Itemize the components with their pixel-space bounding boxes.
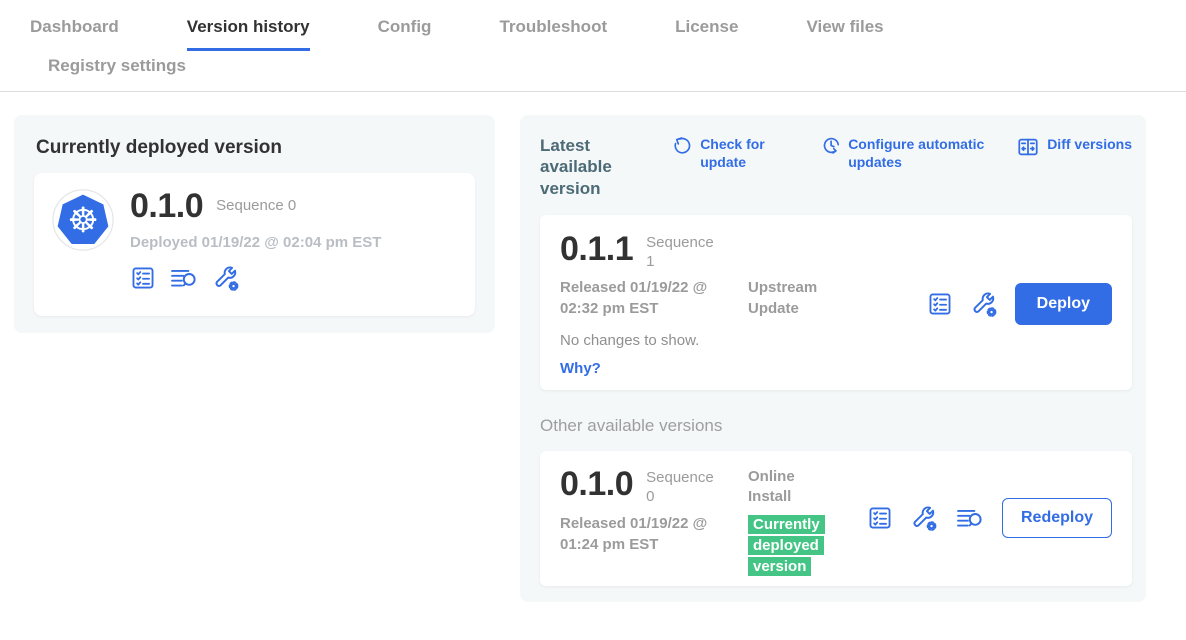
- other-released-timestamp: Released 01/19/22 @ 01:24 pm EST: [560, 514, 748, 555]
- wrench-gear-icon[interactable]: [212, 264, 240, 292]
- configure-automatic-updates-link[interactable]: Configure automatic updates: [822, 135, 1000, 171]
- other-source-column: Online Install Currently deployed versio…: [748, 467, 843, 578]
- svg-text:☸: ☸: [67, 201, 98, 241]
- configure-automatic-updates-label: Configure automatic updates: [848, 135, 1000, 171]
- check-for-update-label: Check for update: [700, 135, 780, 171]
- other-version-info: 0.1.0 Sequence 0 Released 01/19/22 @ 01:…: [560, 467, 748, 578]
- tab-row-primary: Dashboard Version history Config Trouble…: [0, 0, 1186, 51]
- tab-registry-settings[interactable]: Registry settings: [48, 56, 1118, 76]
- deployed-version-card: ☸ 0.1.0 Sequence 0 Deployed 01/19/22 @ 0…: [34, 173, 475, 316]
- latest-released-timestamp: Released 01/19/22 @ 02:32 pm EST: [560, 278, 748, 319]
- why-link[interactable]: Why?: [560, 360, 601, 377]
- latest-sequence-label: Sequence 1: [646, 234, 718, 272]
- checklist-icon[interactable]: [867, 505, 893, 531]
- latest-card-actions: Deploy: [927, 283, 1112, 325]
- other-version-number: 0.1.0: [560, 467, 633, 501]
- version-row: 0.1.1 Sequence 1: [560, 232, 1112, 272]
- redeploy-button[interactable]: Redeploy: [1002, 498, 1112, 538]
- checklist-icon[interactable]: [927, 291, 953, 317]
- currently-deployed-badge: Currently deployed version: [748, 515, 825, 576]
- currently-deployed-badge-wrap: Currently deployed version: [748, 514, 830, 577]
- other-version-card: 0.1.0 Sequence 0 Released 01/19/22 @ 01:…: [540, 451, 1132, 586]
- tab-config[interactable]: Config: [378, 17, 432, 51]
- wrench-gear-icon[interactable]: [970, 290, 998, 318]
- tab-version-history[interactable]: Version history: [187, 17, 310, 51]
- refresh-icon: [674, 136, 693, 155]
- deployed-version-actions: [130, 264, 381, 292]
- diff-versions-label: Diff versions: [1047, 135, 1132, 153]
- diff-versions-link[interactable]: Diff versions: [1016, 135, 1132, 158]
- deploy-button[interactable]: Deploy: [1015, 283, 1112, 325]
- latest-source-label: Upstream Update: [748, 278, 833, 319]
- latest-available-panel: Latest available version Check for updat…: [520, 115, 1146, 602]
- logs-search-icon[interactable]: [169, 265, 199, 291]
- wrench-gear-icon[interactable]: [910, 504, 938, 532]
- kubernetes-logo-icon: ☸: [52, 189, 114, 251]
- latest-available-title: Latest available version: [540, 135, 654, 199]
- app-subnav: Dashboard Version history Config Trouble…: [0, 0, 1186, 92]
- schedule-icon: [822, 136, 841, 155]
- other-card-actions: Redeploy: [867, 498, 1112, 538]
- version-row: 0.1.0 Sequence 0: [560, 467, 748, 507]
- other-versions-title: Other available versions: [540, 416, 1132, 436]
- deployed-version-info: 0.1.0 Sequence 0 Deployed 01/19/22 @ 02:…: [130, 189, 381, 292]
- tab-dashboard[interactable]: Dashboard: [30, 17, 119, 51]
- logs-search-icon[interactable]: [955, 505, 985, 531]
- latest-version-number: 0.1.1: [560, 232, 633, 266]
- deployed-sequence-label: Sequence 0: [216, 197, 296, 214]
- latest-version-card: 0.1.1 Sequence 1 Released 01/19/22 @ 02:…: [540, 215, 1132, 390]
- other-source-label: Online Install: [748, 467, 833, 508]
- other-sequence-label: Sequence 0: [646, 469, 718, 507]
- no-changes-text: No changes to show.: [560, 332, 1112, 349]
- deployed-version-number: 0.1.0: [130, 189, 203, 223]
- deployed-timestamp: Deployed 01/19/22 @ 02:04 pm EST: [130, 234, 381, 251]
- tab-troubleshoot[interactable]: Troubleshoot: [499, 17, 607, 51]
- version-row: 0.1.0 Sequence 0: [130, 189, 381, 223]
- diff-icon: [1016, 136, 1040, 158]
- tab-row-secondary: Registry settings: [0, 51, 1186, 91]
- checklist-icon[interactable]: [130, 265, 156, 291]
- currently-deployed-panel: Currently deployed version ☸ 0.1.0 Seque…: [14, 115, 495, 333]
- check-for-update-link[interactable]: Check for update: [674, 135, 780, 171]
- currently-deployed-title: Currently deployed version: [36, 137, 475, 159]
- latest-panel-header: Latest available version Check for updat…: [540, 135, 1132, 199]
- tab-view-files[interactable]: View files: [806, 17, 883, 51]
- tab-license[interactable]: License: [675, 17, 738, 51]
